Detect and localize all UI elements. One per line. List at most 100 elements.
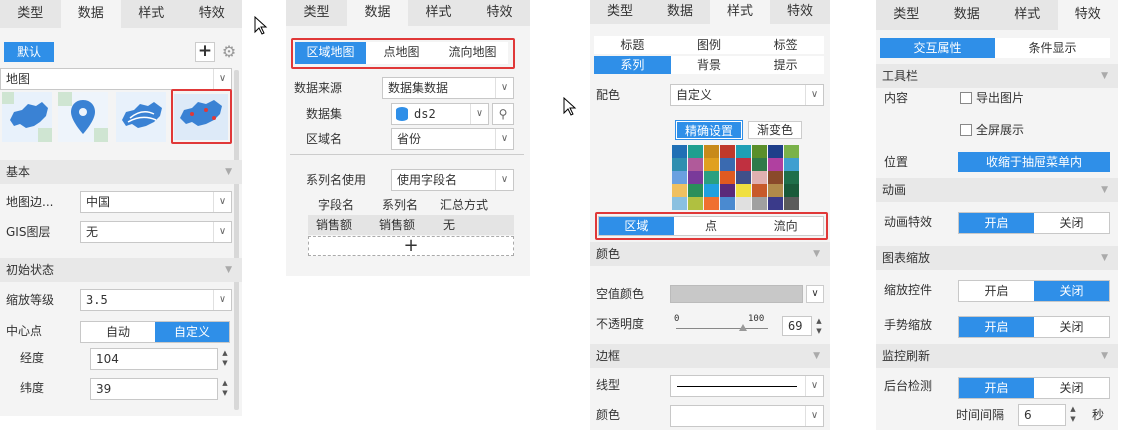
color-swatch[interactable] — [736, 184, 751, 197]
color-swatch[interactable] — [720, 171, 735, 184]
color-swatch[interactable] — [704, 197, 719, 210]
color-swatch[interactable] — [688, 158, 703, 171]
section-basic[interactable]: 基本 ▼ — [0, 160, 242, 184]
section-color[interactable]: 颜色 ▼ — [590, 242, 830, 266]
color-swatch[interactable] — [704, 171, 719, 184]
style-tab-series[interactable]: 系列 — [594, 56, 671, 74]
subtab-interaction[interactable]: 交互属性 — [880, 38, 995, 58]
tab-effects[interactable]: 特效 — [770, 0, 830, 24]
color-swatch[interactable] — [768, 184, 783, 197]
color-swatch[interactable] — [752, 171, 767, 184]
section-animation[interactable]: 动画 ▼ — [876, 178, 1118, 202]
color-swatch[interactable] — [672, 197, 687, 210]
tab-style[interactable]: 样式 — [710, 0, 770, 24]
color-swatch[interactable] — [720, 197, 735, 210]
color-swatch[interactable] — [672, 145, 687, 158]
center-toggle[interactable]: 自动 自定义 — [80, 321, 230, 343]
color-swatch[interactable] — [704, 158, 719, 171]
longitude-stepper[interactable]: ▲ ▼ — [220, 348, 230, 370]
region-name-select[interactable]: 省份 ∨ — [391, 128, 514, 150]
color-swatch[interactable] — [704, 184, 719, 197]
style-tab-legend[interactable]: 图例 — [671, 36, 748, 54]
center-auto-option[interactable]: 自动 — [81, 322, 155, 342]
tab-style[interactable]: 样式 — [408, 0, 469, 26]
color-swatch[interactable] — [720, 145, 735, 158]
tab-type[interactable]: 类型 — [590, 0, 650, 24]
color-swatch[interactable] — [752, 145, 767, 158]
position-select[interactable]: 收缩于抽屉菜单内 — [958, 152, 1110, 172]
color-swatch[interactable] — [736, 197, 751, 210]
scrollbar[interactable] — [234, 70, 239, 410]
effects-subtabs[interactable]: 交互属性 条件显示 — [880, 38, 1110, 58]
style-tab-tooltip[interactable]: 提示 — [747, 56, 824, 74]
tab-data[interactable]: 数据 — [347, 0, 408, 26]
color-swatch[interactable] — [672, 158, 687, 171]
map-pin-icon[interactable] — [58, 92, 108, 142]
border-color-select[interactable]: ∨ — [670, 405, 824, 427]
tab-style[interactable]: 样式 — [121, 0, 182, 28]
section-toolbar[interactable]: 工具栏 ▼ — [876, 64, 1118, 88]
china-map-region-icon[interactable] — [2, 92, 52, 142]
series-name-select[interactable]: 使用字段名 ∨ — [391, 169, 514, 191]
tab-style[interactable]: 样式 — [997, 0, 1058, 30]
zoom-control-on[interactable]: 开启 — [959, 281, 1034, 301]
color-swatch[interactable] — [672, 171, 687, 184]
gesture-zoom-on[interactable]: 开启 — [959, 317, 1034, 337]
color-scheme-select[interactable]: 自定义 ∨ — [670, 84, 824, 106]
color-swatch[interactable] — [688, 145, 703, 158]
animation-toggle[interactable]: 开启 关闭 — [958, 212, 1110, 234]
dataset-select[interactable]: ds2 ∨ — [391, 103, 489, 125]
search-icon[interactable]: ⚲ — [492, 103, 514, 125]
color-swatch[interactable] — [784, 184, 799, 197]
tab-type[interactable]: 类型 — [876, 0, 937, 30]
color-swatch[interactable] — [688, 171, 703, 184]
zoom-control-toggle[interactable]: 开启 关闭 — [958, 280, 1110, 302]
section-border[interactable]: 边框 ▼ — [590, 344, 830, 368]
gis-select[interactable]: 无 ∨ — [80, 221, 232, 243]
subtab-conditional[interactable]: 条件显示 — [995, 38, 1110, 58]
color-swatch[interactable] — [784, 158, 799, 171]
tab-effects[interactable]: 特效 — [1057, 0, 1118, 30]
color-swatch[interactable] — [784, 145, 799, 158]
export-image-checkbox[interactable] — [960, 92, 972, 104]
tab-effects[interactable]: 特效 — [469, 0, 530, 26]
section-chart-zoom[interactable]: 图表缩放 ▼ — [876, 246, 1118, 270]
chevron-down-icon[interactable]: ∨ — [806, 285, 824, 303]
color-swatch[interactable] — [736, 158, 751, 171]
precise-setting-button[interactable]: 精确设置 — [675, 120, 743, 140]
background-check-on[interactable]: 开启 — [959, 378, 1034, 398]
color-swatch[interactable] — [720, 184, 735, 197]
style-tab-title[interactable]: 标题 — [594, 36, 671, 54]
plus-icon[interactable]: + — [195, 42, 215, 62]
tab-data[interactable]: 数据 — [650, 0, 710, 24]
color-swatch[interactable] — [768, 171, 783, 184]
section-init[interactable]: 初始状态 ▼ — [0, 258, 242, 282]
opacity-slider-handle[interactable] — [739, 324, 747, 331]
empty-color-swatch[interactable] — [670, 285, 803, 303]
tab-type[interactable]: 类型 — [286, 0, 347, 26]
color-palette[interactable] — [672, 145, 800, 210]
tab-data[interactable]: 数据 — [937, 0, 998, 30]
animation-off[interactable]: 关闭 — [1034, 213, 1109, 233]
color-swatch[interactable] — [768, 145, 783, 158]
add-field-button[interactable]: + — [308, 236, 514, 256]
zoom-select[interactable]: 3.5 ∨ — [80, 289, 232, 311]
animation-on[interactable]: 开启 — [959, 213, 1034, 233]
gear-icon[interactable]: ⚙ — [219, 42, 239, 62]
section-refresh[interactable]: 监控刷新 ▼ — [876, 344, 1118, 368]
interval-stepper[interactable]: ▲ ▼ — [1068, 404, 1078, 426]
tab-type[interactable]: 类型 — [0, 0, 61, 28]
opacity-stepper[interactable]: ▲ ▼ — [814, 316, 824, 338]
longitude-input[interactable]: 104 — [90, 348, 218, 370]
color-swatch[interactable] — [768, 197, 783, 210]
background-check-toggle[interactable]: 开启 关闭 — [958, 377, 1110, 399]
color-swatch[interactable] — [752, 197, 767, 210]
gesture-zoom-toggle[interactable]: 开启 关闭 — [958, 316, 1110, 338]
fullscreen-checkbox[interactable] — [960, 124, 972, 136]
center-custom-option[interactable]: 自定义 — [155, 322, 229, 342]
style-tab-label[interactable]: 标签 — [747, 36, 824, 54]
tab-effects[interactable]: 特效 — [182, 0, 243, 28]
color-swatch[interactable] — [752, 184, 767, 197]
color-swatch[interactable] — [752, 158, 767, 171]
default-button[interactable]: 默认 — [4, 42, 54, 62]
